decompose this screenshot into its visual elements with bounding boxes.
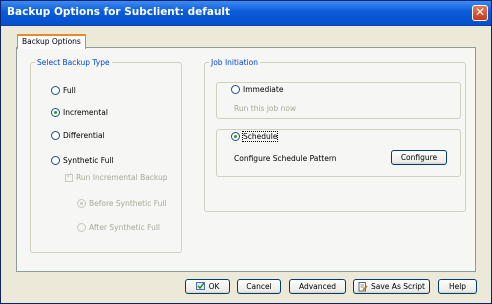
schedule-box: Schedule Configure Schedule Pattern Conf… — [216, 129, 461, 177]
radio-differential-label: Differential — [63, 131, 105, 140]
schedule-pattern-label: Configure Schedule Pattern — [234, 154, 337, 163]
radio-before-synthetic-row[interactable]: Before Synthetic Full — [77, 199, 167, 208]
run-now-note: Run this job now — [234, 104, 297, 113]
backup-options-panel: Select Backup Type Full Incremental Diff… — [16, 47, 476, 272]
radio-before-synthetic-full[interactable] — [77, 199, 86, 208]
radio-schedule-label: Schedule — [241, 131, 279, 142]
radio-synthetic-full-label: Synthetic Full — [63, 156, 114, 165]
radio-full-row[interactable]: Full — [51, 86, 76, 95]
radio-differential[interactable] — [51, 131, 60, 140]
radio-full[interactable] — [51, 86, 60, 95]
radio-immediate-label: Immediate — [243, 85, 284, 94]
configure-button[interactable]: Configure — [391, 150, 447, 165]
radio-after-synthetic-label: After Synthetic Full — [89, 223, 161, 232]
tab-backup-options[interactable]: Backup Options — [17, 34, 86, 49]
radio-schedule[interactable] — [231, 132, 240, 141]
radio-after-synthetic-full[interactable] — [77, 223, 86, 232]
run-incremental-checkbox-row[interactable]: ✓ Run Incremental Backup — [65, 170, 168, 182]
radio-differential-row[interactable]: Differential — [51, 131, 105, 140]
checkmark-icon: ✓ — [66, 170, 73, 180]
title-bar: Backup Options for Subclient: default ✕ — [1, 1, 491, 26]
radio-after-synthetic-row[interactable]: After Synthetic Full — [77, 223, 160, 232]
ok-check-icon — [195, 282, 206, 291]
script-icon — [358, 282, 368, 292]
radio-schedule-row[interactable]: Schedule — [231, 131, 279, 142]
radio-incremental-label: Incremental — [63, 108, 108, 117]
run-incremental-label: Run Incremental Backup — [76, 173, 168, 182]
ok-label: OK — [208, 282, 220, 291]
window-title: Backup Options for Subclient: default — [7, 6, 231, 18]
ok-button[interactable]: OK — [185, 279, 230, 294]
radio-incremental-row[interactable]: Incremental — [51, 108, 108, 117]
radio-synthetic-full[interactable] — [51, 156, 60, 165]
advanced-button[interactable]: Advanced — [289, 279, 346, 294]
close-icon[interactable]: ✕ — [473, 5, 487, 19]
job-initiation-legend: Job Initiation — [209, 58, 260, 67]
radio-immediate-row[interactable]: Immediate — [231, 85, 283, 94]
cancel-button[interactable]: Cancel — [237, 279, 281, 294]
radio-full-label: Full — [63, 86, 76, 95]
run-incremental-checkbox[interactable]: ✓ — [65, 170, 73, 182]
save-as-script-button[interactable]: Save As Script — [353, 279, 430, 294]
close-button[interactable]: ✕ — [472, 5, 488, 21]
radio-synthetic-full-row[interactable]: Synthetic Full — [51, 156, 114, 165]
radio-before-synthetic-label: Before Synthetic Full — [89, 199, 167, 208]
radio-immediate[interactable] — [231, 85, 240, 94]
save-as-script-label: Save As Script — [371, 282, 425, 291]
select-backup-type-legend: Select Backup Type — [35, 58, 112, 67]
help-button[interactable]: Help — [438, 279, 477, 294]
select-backup-type-group: Select Backup Type Full Incremental Diff… — [30, 58, 182, 253]
radio-incremental[interactable] — [51, 108, 60, 117]
job-initiation-group: Job Initiation Immediate Run this job no… — [204, 58, 466, 212]
immediate-box: Immediate Run this job now — [216, 82, 461, 119]
dialog-window: Backup Options for Subclient: default ✕ … — [0, 0, 492, 304]
